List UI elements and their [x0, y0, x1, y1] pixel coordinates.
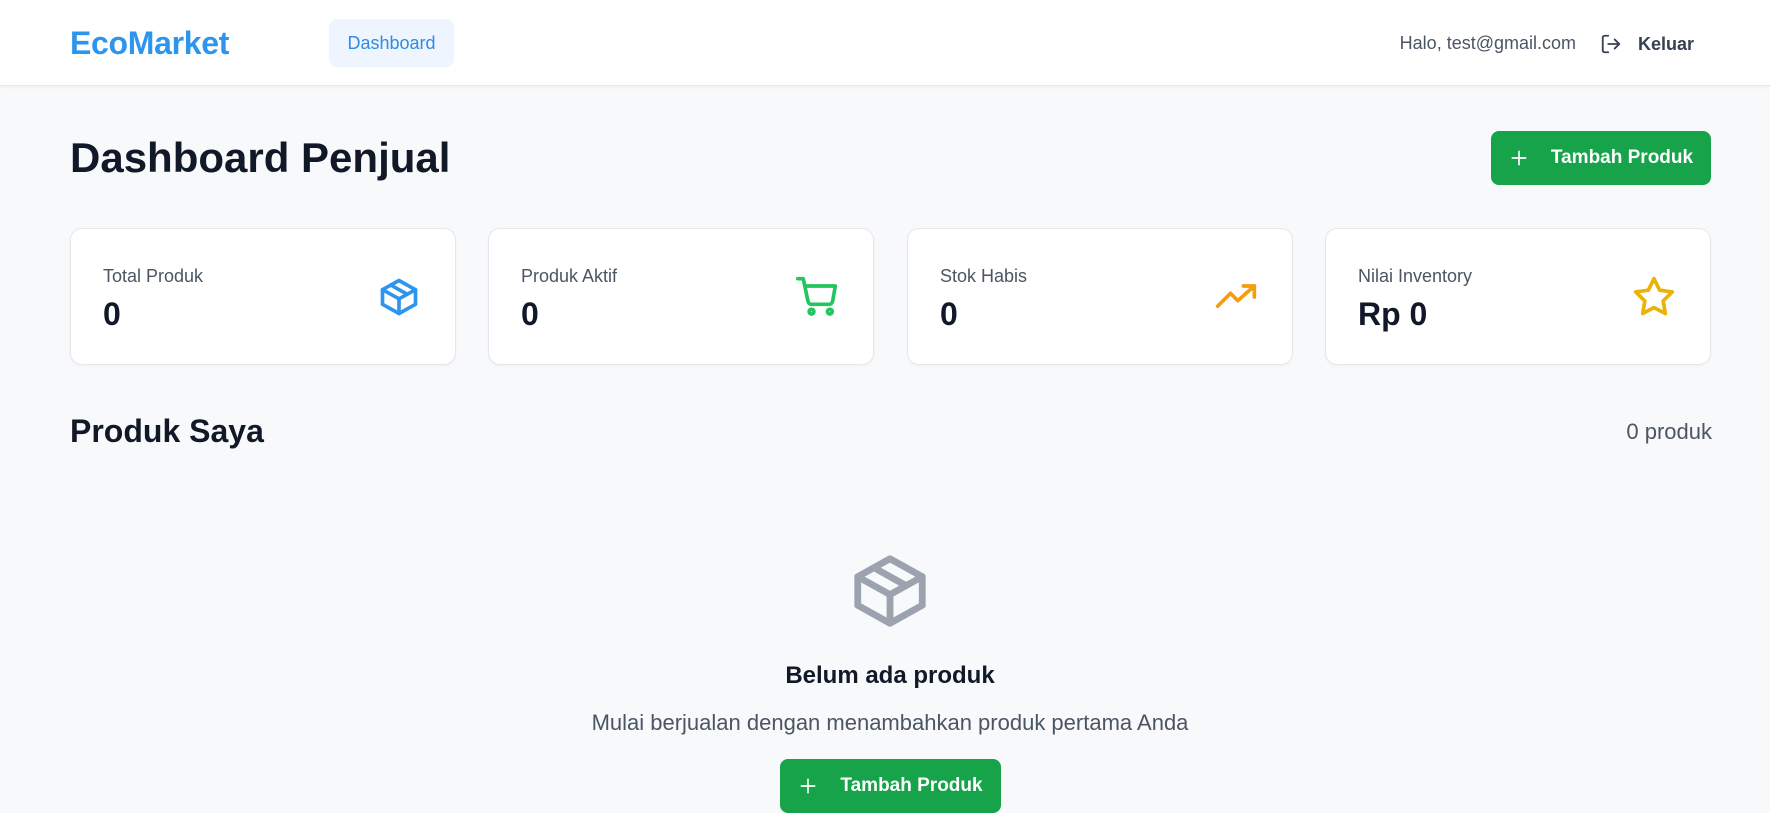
stat-label: Nilai Inventory	[1358, 266, 1473, 286]
empty-box-icon	[847, 548, 933, 634]
user-greeting: Halo, test@gmail.com	[1399, 33, 1576, 53]
plus-icon	[1509, 148, 1529, 168]
stat-label: Produk Aktif	[521, 266, 618, 286]
add-product-label: Tambah Produk	[1550, 147, 1694, 168]
stat-value: Rp 0	[1358, 296, 1428, 332]
empty-state-title: Belum ada produk	[785, 662, 995, 689]
add-first-product-label: Tambah Produk	[840, 775, 983, 796]
top-navbar: EcoMarket Dashboard Halo, test@gmail.com…	[0, 0, 1770, 86]
page-title: Dashboard Penjual	[70, 134, 451, 181]
box-icon	[377, 275, 421, 319]
logout-label: Keluar	[1638, 33, 1695, 54]
stat-card-inventory-value: Nilai Inventory Rp 0	[1325, 228, 1711, 365]
star-icon	[1632, 275, 1676, 319]
stat-label: Total Produk	[103, 266, 204, 286]
stat-value: 0	[940, 296, 958, 332]
empty-state-subtitle: Mulai berjualan dengan menambahkan produ…	[591, 710, 1189, 735]
stat-label: Stok Habis	[940, 266, 1028, 286]
stat-card-out-of-stock: Stok Habis 0	[907, 228, 1293, 365]
product-count: 0 produk	[1626, 419, 1712, 444]
cart-icon	[795, 275, 839, 319]
add-first-product-button[interactable]: Tambah Produk	[780, 759, 1001, 813]
stat-card-total-products: Total Produk 0	[70, 228, 456, 365]
section-title-my-products: Produk Saya	[70, 413, 264, 449]
stat-value: 0	[521, 296, 539, 332]
nav-dashboard-link[interactable]: Dashboard	[329, 19, 454, 67]
logout-icon	[1600, 33, 1622, 55]
logout-button[interactable]: Keluar	[1600, 30, 1694, 58]
logo[interactable]: EcoMarket	[70, 25, 229, 62]
add-product-button[interactable]: Tambah Produk	[1491, 131, 1711, 185]
plus-icon	[798, 776, 818, 796]
stat-card-active-products: Produk Aktif 0	[488, 228, 874, 365]
stat-value: 0	[103, 296, 121, 332]
trending-up-icon	[1214, 275, 1258, 319]
